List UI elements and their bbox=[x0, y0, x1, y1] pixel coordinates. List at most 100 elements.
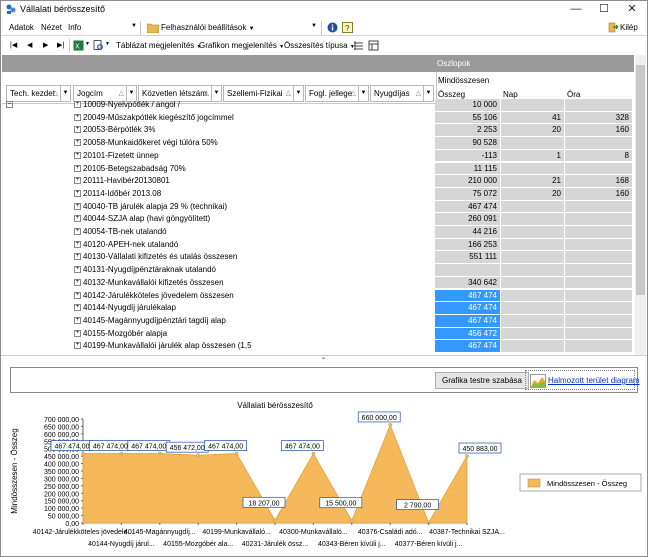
chart-type-selector[interactable]: Halmozott terület diagram bbox=[525, 370, 640, 390]
expand-row-icon[interactable]: + bbox=[74, 202, 81, 210]
table-row[interactable]: +40044-SZJA alap (havi göngyölített) 260 … bbox=[2, 213, 634, 226]
cell-osszeg[interactable]: 467 474 bbox=[435, 314, 501, 328]
table-row[interactable]: +40144-Nyugdíj járulékalap 467 474 bbox=[2, 302, 634, 315]
cell-osszeg[interactable]: 44 216 bbox=[435, 226, 501, 239]
cell-nap[interactable] bbox=[501, 302, 565, 315]
expand-row-icon[interactable]: + bbox=[74, 113, 81, 121]
cell-nap[interactable]: 20 bbox=[501, 187, 565, 201]
table-row[interactable]: +40131-Nyugdíjpénztáraknak utalandó bbox=[2, 264, 634, 277]
excel-dropdown-icon[interactable]: ▼ bbox=[85, 41, 90, 47]
vertical-scrollbar[interactable] bbox=[635, 55, 646, 355]
expand-row-icon[interactable]: + bbox=[74, 342, 81, 350]
cell-ora[interactable] bbox=[565, 251, 633, 265]
table-row[interactable]: +20111-Havibér20130801 210 000 21 168 bbox=[2, 175, 634, 188]
table-row[interactable]: +40132-Munkavállalói kifizetés összesen 3… bbox=[2, 276, 634, 290]
table-row[interactable]: +40040-TB járulék alapja 29 % (technikai… bbox=[2, 200, 634, 214]
cell-nap[interactable]: 21 bbox=[501, 175, 565, 188]
menu-nezet[interactable]: Nézet bbox=[41, 23, 62, 32]
cell-osszeg[interactable]: 2 253 bbox=[435, 124, 501, 138]
cell-nap[interactable]: 20 bbox=[501, 124, 565, 138]
table-row[interactable]: +20058-Munkaidőkeret végi túlóra 50% 90 5… bbox=[2, 137, 634, 150]
cell-ora[interactable] bbox=[565, 137, 633, 150]
cell-ora[interactable]: 168 bbox=[565, 175, 633, 188]
close-button[interactable]: ✕ bbox=[619, 1, 645, 18]
expand-row-icon[interactable]: + bbox=[74, 253, 81, 261]
cell-ora[interactable]: 160 bbox=[565, 124, 633, 138]
cell-osszeg[interactable]: 467 474 bbox=[435, 302, 501, 315]
cell-ora[interactable] bbox=[565, 99, 633, 112]
table-row[interactable]: +20105-Betegszabadság 70% 11 115 bbox=[2, 162, 634, 176]
expand-row-icon[interactable]: + bbox=[74, 126, 81, 134]
cell-nap[interactable] bbox=[501, 137, 565, 150]
table-row[interactable]: +40130-Vállalati kifizetés és utalás öss… bbox=[2, 251, 634, 265]
table-row[interactable]: +40054-TB-nek utalandó 44 216 bbox=[2, 226, 634, 239]
expand-rows-icon[interactable] bbox=[353, 40, 364, 51]
expand-row-icon[interactable]: + bbox=[74, 304, 81, 312]
cell-nap[interactable] bbox=[501, 276, 565, 290]
menu-user-settings[interactable]: Felhasználói beállítások ▼ bbox=[161, 23, 255, 32]
collapse-rows-icon[interactable] bbox=[368, 40, 379, 51]
cell-osszeg[interactable]: 11 115 bbox=[435, 162, 501, 176]
col-osszeg-header[interactable]: Összeg bbox=[438, 90, 465, 99]
prev-record-icon[interactable]: ◀ bbox=[27, 41, 32, 49]
cell-osszeg[interactable]: 260 091 bbox=[435, 213, 501, 226]
expand-row-icon[interactable]: + bbox=[74, 215, 81, 223]
first-record-icon[interactable]: |◀ bbox=[10, 41, 17, 49]
chart-view-menu[interactable]: Grafikon megjelenítés ▼ bbox=[199, 41, 284, 50]
table-view-menu[interactable]: Táblázat megjelenítés ▼ bbox=[116, 41, 201, 50]
menu-info[interactable]: Info bbox=[68, 23, 81, 32]
expand-row-icon[interactable]: + bbox=[74, 139, 81, 147]
splitter[interactable]: ⌄ bbox=[1, 355, 647, 363]
cell-ora[interactable] bbox=[565, 264, 633, 277]
cell-osszeg[interactable]: 456 472 bbox=[435, 327, 501, 341]
help-icon[interactable]: ? bbox=[342, 22, 353, 33]
cell-nap[interactable]: 41 bbox=[501, 111, 565, 125]
scrollbar-thumb[interactable] bbox=[636, 65, 645, 295]
table-row[interactable]: +10009-Nyelvpótlék / angol / 10 000 bbox=[2, 99, 634, 112]
cell-ora[interactable] bbox=[565, 238, 633, 252]
cell-nap[interactable]: 1 bbox=[501, 149, 565, 163]
expand-row-icon[interactable]: + bbox=[74, 240, 81, 248]
cell-osszeg[interactable]: 75 072 bbox=[435, 187, 501, 201]
cell-ora[interactable] bbox=[565, 226, 633, 239]
cell-ora[interactable] bbox=[565, 340, 633, 353]
cell-osszeg[interactable]: 210 000 bbox=[435, 175, 501, 188]
cell-nap[interactable] bbox=[501, 264, 565, 277]
cell-osszeg[interactable]: 55 106 bbox=[435, 111, 501, 125]
cell-osszeg[interactable]: 90 528 bbox=[435, 137, 501, 150]
table-row[interactable]: +40120-APEH-nek utalandó 166 253 bbox=[2, 238, 634, 252]
cell-osszeg[interactable]: 10 000 bbox=[435, 99, 501, 112]
expand-row-icon[interactable]: + bbox=[74, 278, 81, 286]
expand-row-icon[interactable]: + bbox=[74, 189, 81, 197]
info-icon[interactable] bbox=[327, 22, 338, 33]
table-row[interactable]: +40145-Magánnyugdíjpénztári tagdíj alap 4… bbox=[2, 314, 634, 328]
excel-export-icon[interactable]: X bbox=[73, 40, 84, 51]
cell-osszeg[interactable]: 340 642 bbox=[435, 276, 501, 290]
cell-ora[interactable] bbox=[565, 200, 633, 214]
cell-osszeg[interactable]: -113 bbox=[435, 149, 501, 163]
cell-ora[interactable]: 8 bbox=[565, 149, 633, 163]
table-row[interactable]: +40155-Mozgóbér alapja 456 472 bbox=[2, 327, 634, 341]
table-row[interactable]: +40199-Munkavállalói járulék alap összes… bbox=[2, 340, 634, 353]
cell-nap[interactable] bbox=[501, 238, 565, 252]
chart-customize-button[interactable]: Grafika testre szabása bbox=[435, 372, 529, 389]
cell-ora[interactable] bbox=[565, 162, 633, 176]
maximize-button[interactable]: ☐ bbox=[591, 1, 617, 18]
cell-ora[interactable] bbox=[565, 302, 633, 315]
cell-ora[interactable] bbox=[565, 327, 633, 341]
expand-row-icon[interactable]: + bbox=[74, 316, 81, 324]
cell-nap[interactable] bbox=[501, 213, 565, 226]
cell-nap[interactable] bbox=[501, 340, 565, 353]
expand-row-icon[interactable]: + bbox=[74, 101, 81, 108]
cell-nap[interactable] bbox=[501, 200, 565, 214]
table-row[interactable]: +20101-Fizetett ünnep -113 1 8 bbox=[2, 149, 634, 163]
table-row[interactable]: +40142-Járulékköteles jövedelem összesen… bbox=[2, 289, 634, 303]
cell-nap[interactable] bbox=[501, 251, 565, 265]
cell-ora[interactable] bbox=[565, 213, 633, 226]
cell-nap[interactable] bbox=[501, 289, 565, 303]
expand-row-icon[interactable]: + bbox=[74, 228, 81, 235]
cell-nap[interactable] bbox=[501, 327, 565, 341]
chart-type-link[interactable]: Halmozott terület diagram bbox=[548, 376, 640, 385]
splitter-arrow-icon[interactable]: ⌄ bbox=[321, 354, 326, 361]
cell-osszeg[interactable]: 166 253 bbox=[435, 238, 501, 252]
